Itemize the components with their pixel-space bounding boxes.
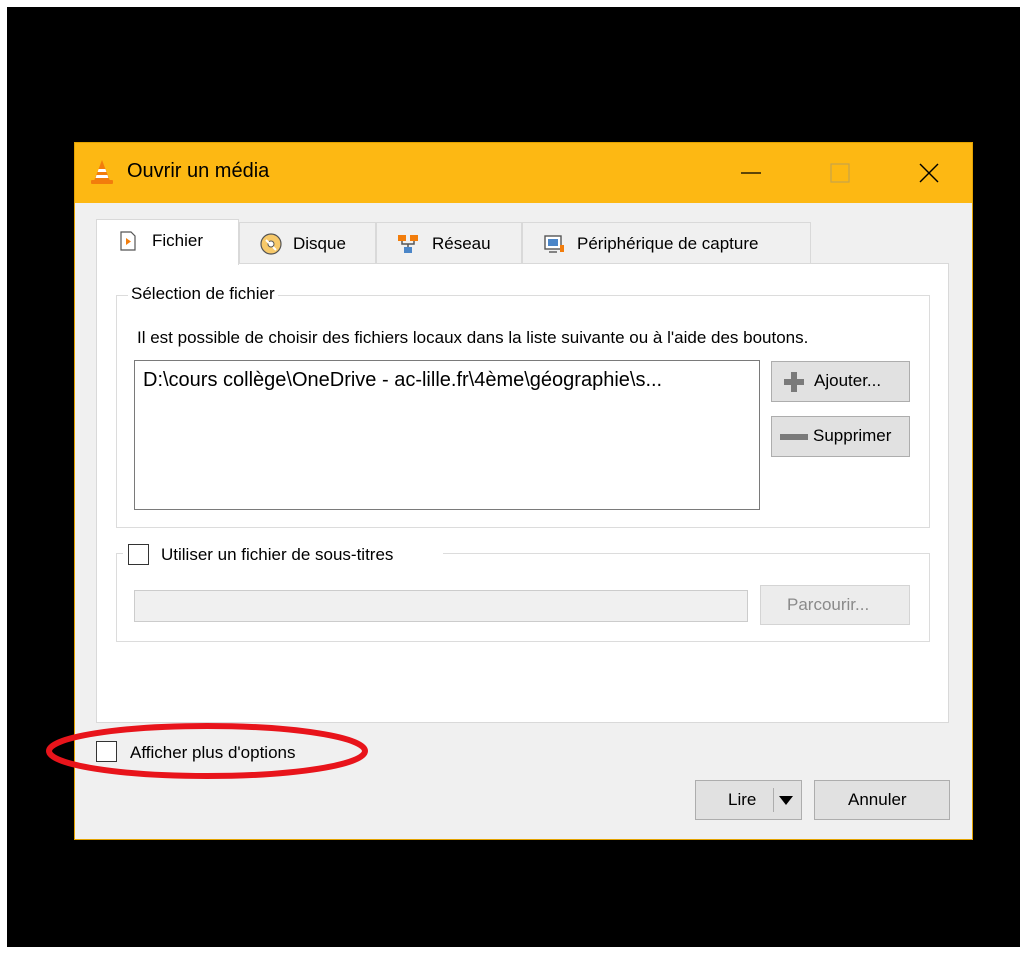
tab-fichier[interactable]: Fichier [96,219,239,265]
tab-label: Fichier [152,231,204,250]
file-play-icon [120,231,136,251]
subtitles-checkbox[interactable] [128,544,149,565]
button-label: Annuler [848,790,907,809]
button-label: Parcourir... [787,595,870,614]
subtitles-checkbox-label: Utiliser un fichier de sous-titres [161,545,394,564]
minus-icon [780,434,808,440]
maximize-button[interactable] [810,143,870,203]
subtitles-group-header: Utiliser un fichier de sous-titres [123,541,443,567]
vlc-cone-icon [91,160,113,184]
capture-device-icon [544,235,564,253]
tab-reseau[interactable]: Réseau [376,222,522,263]
file-selection-description: Il est possible de choisir des fichiers … [137,328,809,347]
file-list[interactable]: D:\cours collège\OneDrive - ac-lille.fr\… [134,360,760,510]
close-icon [919,163,939,183]
network-icon [398,235,418,253]
tab-label: Réseau [432,234,491,253]
subtitles-path-field [134,590,748,622]
close-button[interactable] [899,143,959,203]
title-bar[interactable]: Ouvrir un média [75,143,972,203]
tab-peripherique-capture[interactable]: Périphérique de capture [522,222,811,263]
button-label: Supprimer [813,426,892,445]
dropdown-arrow-icon[interactable] [779,796,793,805]
tab-label: Disque [293,234,346,253]
minimize-icon [741,172,761,174]
cancel-button[interactable]: Annuler [814,780,950,820]
window-title: Ouvrir un média [127,160,270,182]
list-item[interactable]: D:\cours collège\OneDrive - ac-lille.fr\… [143,369,662,392]
split-divider [773,788,774,812]
tab-disque[interactable]: Disque [239,222,376,263]
highlight-ellipse [46,723,368,779]
browse-button: Parcourir... [760,585,910,625]
add-file-button[interactable]: Ajouter... [771,361,910,402]
play-button-label: Lire [728,790,757,809]
disc-icon [260,233,282,255]
minimize-button[interactable] [721,143,781,203]
play-split-button[interactable]: Lire [695,780,802,820]
tab-label: Périphérique de capture [577,234,759,253]
plus-icon [784,372,804,392]
button-label: Ajouter... [814,371,882,390]
group-title: Sélection de fichier [128,284,278,304]
maximize-icon [830,163,850,183]
remove-file-button[interactable]: Supprimer [771,416,910,457]
